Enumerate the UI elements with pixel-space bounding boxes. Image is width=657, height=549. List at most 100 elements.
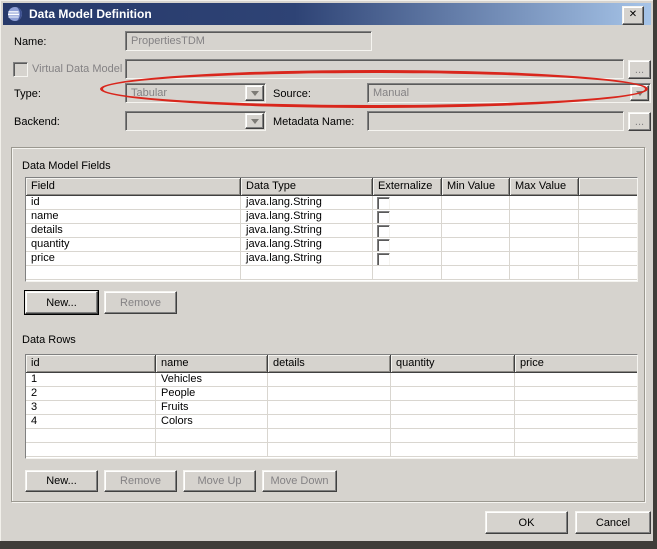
table-row[interactable]: 1 Vehicles (26, 373, 637, 387)
empty-table-row[interactable] (26, 429, 637, 443)
id-cell[interactable]: 1 (26, 373, 156, 386)
id-cell[interactable]: 2 (26, 387, 156, 400)
min-value-cell[interactable] (442, 238, 510, 251)
details-cell[interactable] (268, 401, 391, 414)
data-type-cell[interactable]: java.lang.String (241, 210, 373, 223)
max-value-cell[interactable] (510, 238, 579, 251)
name-cell[interactable]: People (156, 387, 268, 400)
externalize-checkbox[interactable] (377, 253, 390, 265)
min-value-cell[interactable] (442, 210, 510, 223)
id-cell[interactable]: 3 (26, 401, 156, 414)
ok-button[interactable]: OK (485, 511, 568, 534)
backend-chevron-down-icon[interactable] (245, 113, 264, 129)
move-up-button[interactable]: Move Up (183, 470, 256, 492)
table-row[interactable]: 3 Fruits (26, 401, 637, 415)
max-value-cell[interactable] (510, 252, 579, 265)
externalize-checkbox[interactable] (377, 239, 390, 251)
table-row[interactable]: 2 People (26, 387, 637, 401)
externalize-checkbox[interactable] (377, 211, 390, 223)
virtual-data-model-checkbox[interactable] (13, 62, 28, 77)
price-cell[interactable] (515, 401, 638, 414)
virtual-data-model-field[interactable] (125, 59, 624, 79)
table-row[interactable]: id java.lang.String (26, 196, 637, 210)
table-row[interactable]: price java.lang.String (26, 252, 637, 266)
name-cell[interactable]: Colors (156, 415, 268, 428)
table-row[interactable]: 4 Colors (26, 415, 637, 429)
column-header-externalize[interactable]: Externalize (373, 178, 442, 196)
fields-remove-button[interactable]: Remove (104, 291, 177, 314)
source-chevron-down-icon[interactable] (630, 85, 649, 101)
type-chevron-down-icon[interactable] (245, 85, 264, 101)
id-cell[interactable]: 4 (26, 415, 156, 428)
column-header-data-type[interactable]: Data Type (241, 178, 373, 196)
externalize-checkbox[interactable] (377, 225, 390, 237)
name-field[interactable]: PropertiesTDM (125, 31, 372, 51)
column-header-max-value[interactable]: Max Value (510, 178, 579, 196)
field-name-cell[interactable]: name (26, 210, 241, 223)
max-value-cell[interactable] (510, 196, 579, 209)
source-combobox[interactable]: Manual (367, 83, 651, 103)
details-cell[interactable] (268, 415, 391, 428)
details-cell[interactable] (268, 373, 391, 386)
name-cell[interactable]: Vehicles (156, 373, 268, 386)
virtual-data-model-label: Virtual Data Model (32, 63, 122, 76)
max-value-cell[interactable] (510, 224, 579, 237)
column-header-field[interactable]: Field (26, 178, 241, 196)
column-header-blank[interactable] (579, 178, 638, 196)
quantity-cell[interactable] (391, 373, 515, 386)
field-name-cell[interactable]: quantity (26, 238, 241, 251)
data-type-cell[interactable]: java.lang.String (241, 238, 373, 251)
column-header-min-value[interactable]: Min Value (442, 178, 510, 196)
price-cell[interactable] (515, 387, 638, 400)
empty-table-row[interactable] (26, 266, 637, 280)
externalize-cell[interactable] (373, 210, 442, 223)
externalize-cell[interactable] (373, 238, 442, 251)
min-value-cell[interactable] (442, 196, 510, 209)
source-combobox-value: Manual (368, 84, 650, 99)
price-cell[interactable] (515, 415, 638, 428)
price-cell[interactable] (515, 373, 638, 386)
max-value-cell[interactable] (510, 210, 579, 223)
backend-combobox[interactable] (125, 111, 266, 131)
type-combobox[interactable]: Tabular (125, 83, 266, 103)
quantity-cell[interactable] (391, 401, 515, 414)
data-model-fields-table: Field Data Type Externalize Min Value Ma… (25, 177, 638, 282)
field-name-cell[interactable]: price (26, 252, 241, 265)
data-model-fields-title: Data Model Fields (22, 160, 111, 173)
eclipse-app-icon (7, 6, 23, 22)
fields-new-button[interactable]: New... (25, 291, 98, 314)
min-value-cell[interactable] (442, 224, 510, 237)
virtual-data-model-browse-button[interactable]: ... (628, 60, 651, 79)
table-row[interactable]: details java.lang.String (26, 224, 637, 238)
externalize-cell[interactable] (373, 224, 442, 237)
externalize-checkbox[interactable] (377, 197, 390, 209)
data-model-definition-dialog: Data Model Definition ✕ Name: Properties… (0, 0, 657, 549)
table-row[interactable]: quantity java.lang.String (26, 238, 637, 252)
column-header-price[interactable]: price (515, 355, 638, 373)
column-header-id[interactable]: id (26, 355, 156, 373)
quantity-cell[interactable] (391, 415, 515, 428)
rows-remove-button[interactable]: Remove (104, 470, 177, 492)
quantity-cell[interactable] (391, 387, 515, 400)
field-name-cell[interactable]: id (26, 196, 241, 209)
data-type-cell[interactable]: java.lang.String (241, 196, 373, 209)
table-row[interactable]: name java.lang.String (26, 210, 637, 224)
move-down-button[interactable]: Move Down (262, 470, 337, 492)
column-header-details[interactable]: details (268, 355, 391, 373)
details-cell[interactable] (268, 387, 391, 400)
empty-table-row[interactable] (26, 443, 637, 457)
externalize-cell[interactable] (373, 196, 442, 209)
data-type-cell[interactable]: java.lang.String (241, 224, 373, 237)
field-name-cell[interactable]: details (26, 224, 241, 237)
cancel-button[interactable]: Cancel (575, 511, 651, 534)
metadata-name-browse-button[interactable]: ... (628, 112, 651, 131)
data-type-cell[interactable]: java.lang.String (241, 252, 373, 265)
column-header-name[interactable]: name (156, 355, 268, 373)
column-header-quantity[interactable]: quantity (391, 355, 515, 373)
close-icon[interactable]: ✕ (622, 6, 644, 25)
name-cell[interactable]: Fruits (156, 401, 268, 414)
externalize-cell[interactable] (373, 252, 442, 265)
metadata-name-field[interactable] (367, 111, 624, 131)
min-value-cell[interactable] (442, 252, 510, 265)
rows-new-button[interactable]: New... (25, 470, 98, 492)
